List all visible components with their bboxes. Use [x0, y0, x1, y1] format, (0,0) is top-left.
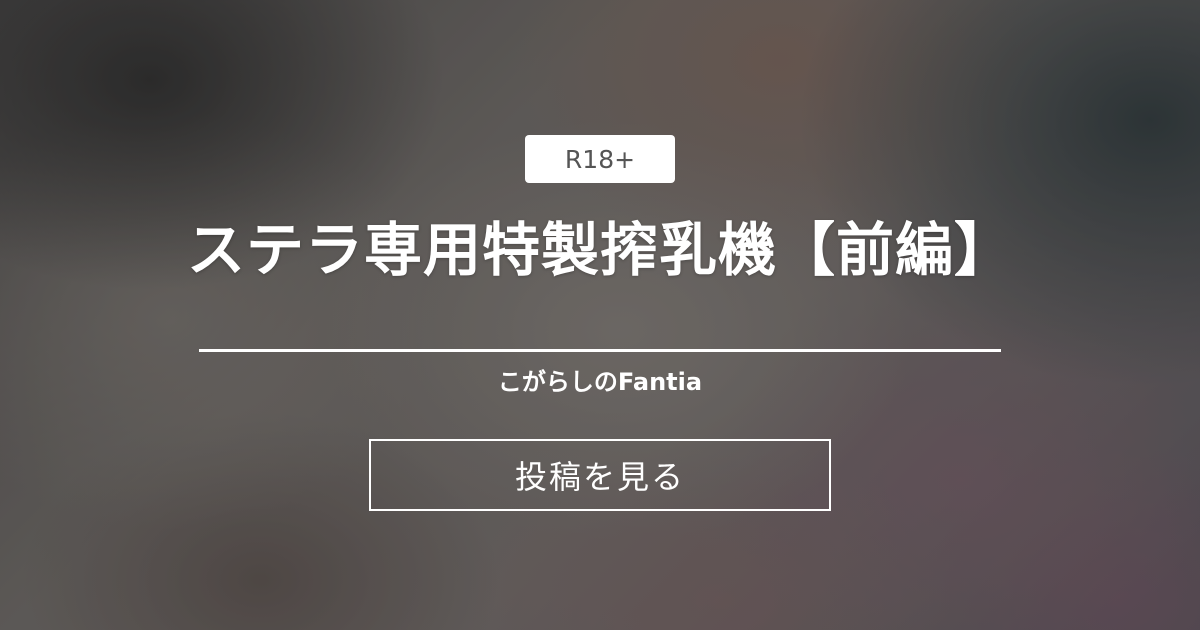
creator-name: こがらしのFantia: [497, 368, 703, 396]
share-card: R18+ ステラ専用特製搾乳機【前編】 こがらしのFantia 投稿を見る: [0, 0, 1200, 630]
age-rating-badge: R18+: [525, 135, 675, 183]
divider-line: [199, 349, 1001, 352]
post-title: ステラ専用特製搾乳機【前編】: [186, 216, 1013, 284]
view-post-button[interactable]: 投稿を見る: [369, 439, 831, 511]
